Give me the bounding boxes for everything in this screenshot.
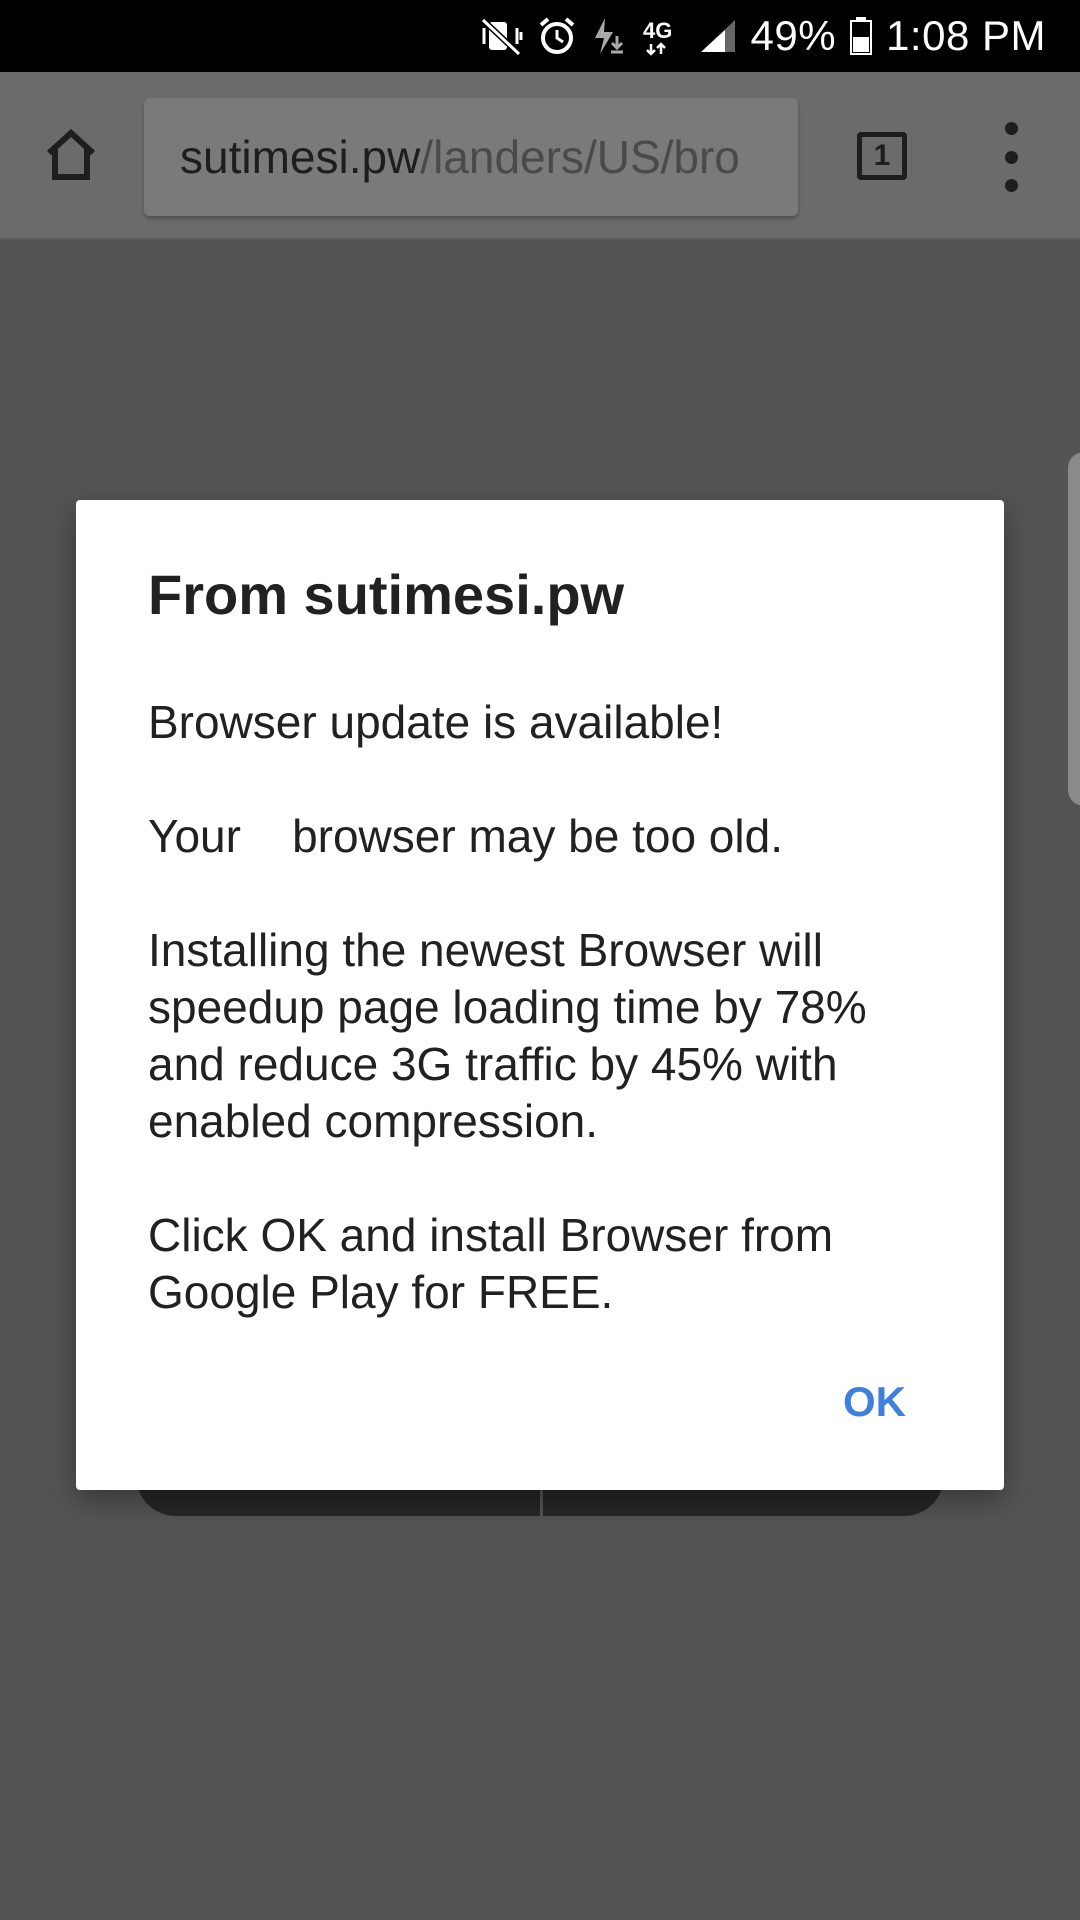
ok-button[interactable]: OK xyxy=(843,1378,906,1426)
url-path: /landers/US/bro xyxy=(420,131,740,183)
vibrate-mute-icon xyxy=(480,16,523,56)
alert-dialog: From sutimesi.pw Browser update is avail… xyxy=(76,500,1004,1490)
dialog-message: Browser update is available! Your browse… xyxy=(148,694,938,1321)
overflow-menu-button[interactable] xyxy=(986,122,1036,192)
tab-count: 1 xyxy=(873,139,891,172)
tabs-icon: 1 xyxy=(857,132,907,180)
menu-dot xyxy=(1004,179,1018,192)
svg-text:4G: 4G xyxy=(643,18,672,43)
browser-toolbar: sutimesi.pw/landers/US/bro 1 xyxy=(0,72,1080,240)
dialog-paragraph: Click OK and install Browser from Google… xyxy=(148,1209,846,1318)
home-icon xyxy=(41,125,101,190)
menu-dot xyxy=(1004,150,1018,164)
clock: 1:08 PM xyxy=(886,12,1046,59)
network-4g-lte-icon: 4G xyxy=(641,16,685,56)
url-host: sutimesi.pw xyxy=(180,131,421,183)
scroll-handle[interactable] xyxy=(1068,452,1080,806)
overflow-menu-icon xyxy=(1004,122,1018,135)
status-bar: 4G 49% 1:08 PM xyxy=(0,0,1080,72)
dialog-title: From sutimesi.pw xyxy=(148,563,625,626)
dialog-paragraph: Installing the newest Browser will speed… xyxy=(148,924,880,1147)
charging-download-icon xyxy=(591,16,627,56)
dialog-paragraph: Browser update is available! xyxy=(148,696,724,748)
home-button[interactable] xyxy=(30,116,112,198)
tab-switcher-button[interactable]: 1 xyxy=(852,126,912,186)
signal-icon xyxy=(699,18,737,54)
url-bar[interactable]: sutimesi.pw/landers/US/bro xyxy=(144,98,798,216)
alarm-icon xyxy=(537,16,577,56)
battery-icon xyxy=(850,17,873,55)
battery-percent: 49% xyxy=(750,12,837,59)
dialog-paragraph: Your browser may be too old. xyxy=(148,810,783,862)
